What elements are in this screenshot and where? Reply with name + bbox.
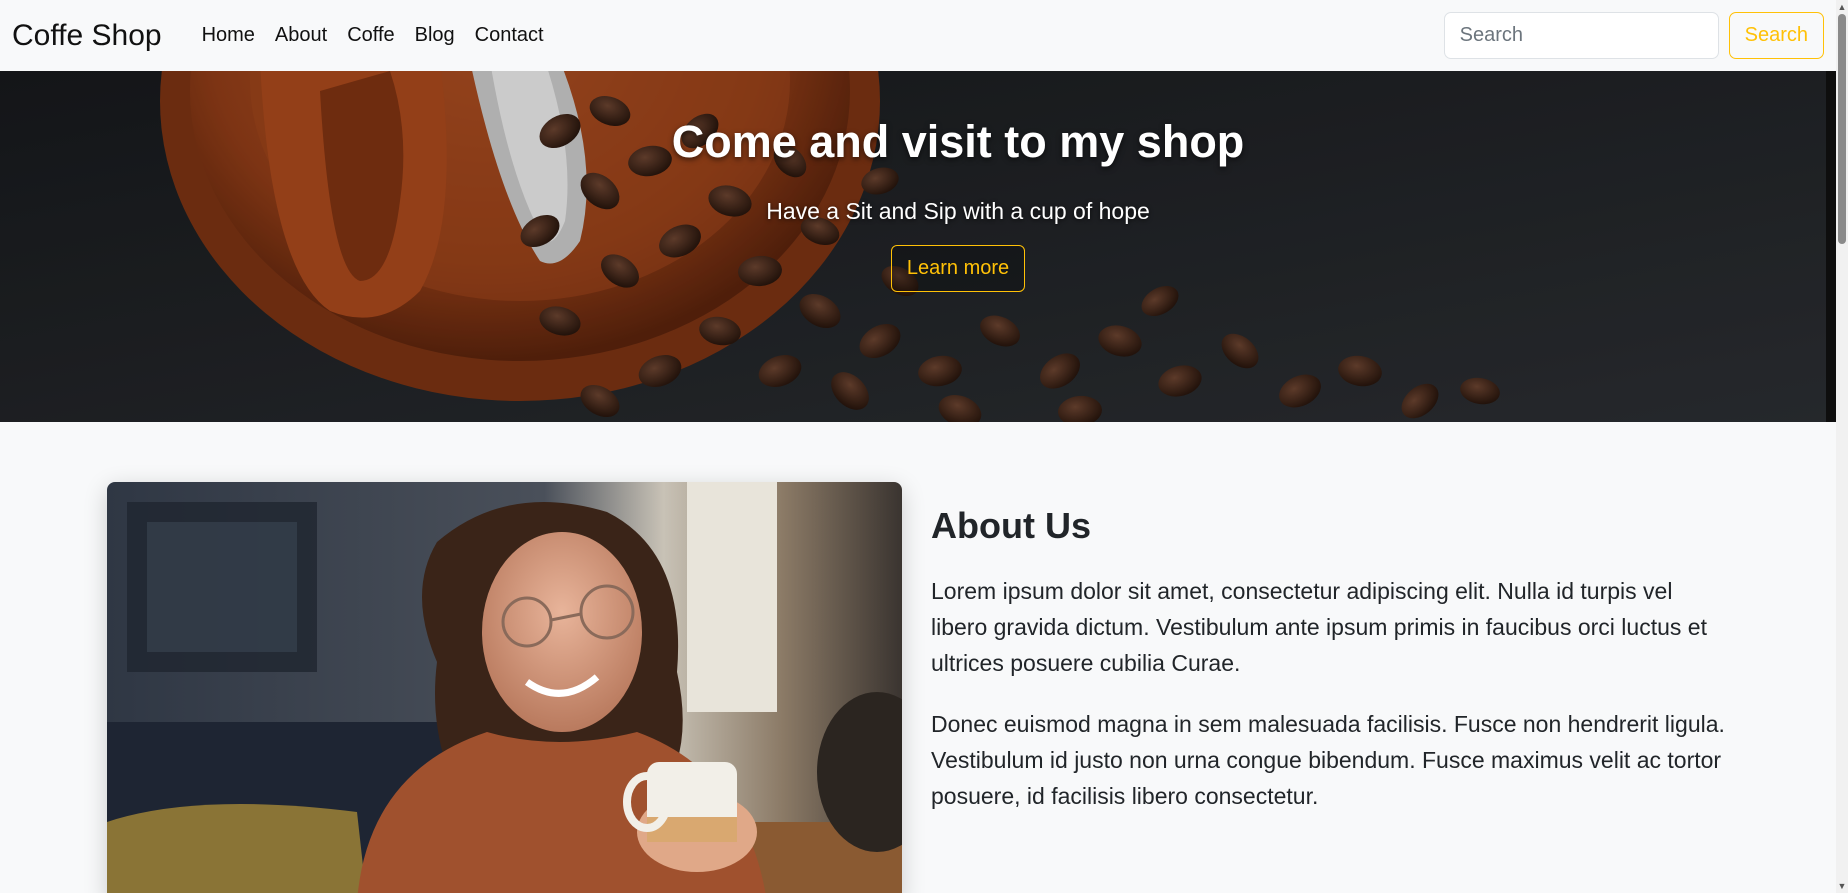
brand-logo[interactable]: Coffe Shop: [12, 20, 162, 51]
search-button[interactable]: Search: [1728, 12, 1824, 59]
hero-content: Come and visit to my shop Have a Sit and…: [0, 116, 1836, 292]
search-input[interactable]: [1443, 12, 1719, 59]
learn-more-button[interactable]: Learn more: [890, 245, 1026, 292]
search-form: Search: [1443, 12, 1824, 59]
woman-with-coffee-image: [107, 482, 902, 893]
nav-link-about[interactable]: About: [265, 24, 337, 47]
about-title: About Us: [931, 505, 1091, 546]
scroll-down-arrow-icon[interactable]: ▼: [1837, 881, 1847, 891]
scrollbar-thumb[interactable]: [1838, 14, 1846, 244]
about-section: About Us Lorem ipsum dolor sit amet, con…: [931, 505, 1731, 839]
nav-link-coffe[interactable]: Coffe: [337, 24, 404, 47]
scroll-up-arrow-icon[interactable]: ▲: [1837, 2, 1847, 12]
hero-title: Come and visit to my shop: [671, 116, 1245, 167]
hero-subtitle: Have a Sit and Sip with a cup of hope: [766, 198, 1150, 224]
nav-links: Home About Coffe Blog Contact: [192, 24, 554, 47]
nav-link-blog[interactable]: Blog: [405, 24, 465, 47]
page-scrollbar[interactable]: ▲ ▼: [1836, 0, 1848, 893]
about-paragraph-2: Donec euismod magna in sem malesuada fac…: [931, 711, 1725, 809]
hero-banner: Come and visit to my shop Have a Sit and…: [0, 71, 1836, 422]
navbar: Coffe Shop Home About Coffe Blog Contact…: [0, 0, 1836, 71]
nav-link-contact[interactable]: Contact: [465, 24, 554, 47]
nav-link-home[interactable]: Home: [192, 24, 265, 47]
about-photo: [107, 482, 902, 893]
about-paragraph-1: Lorem ipsum dolor sit amet, consectetur …: [931, 578, 1707, 676]
